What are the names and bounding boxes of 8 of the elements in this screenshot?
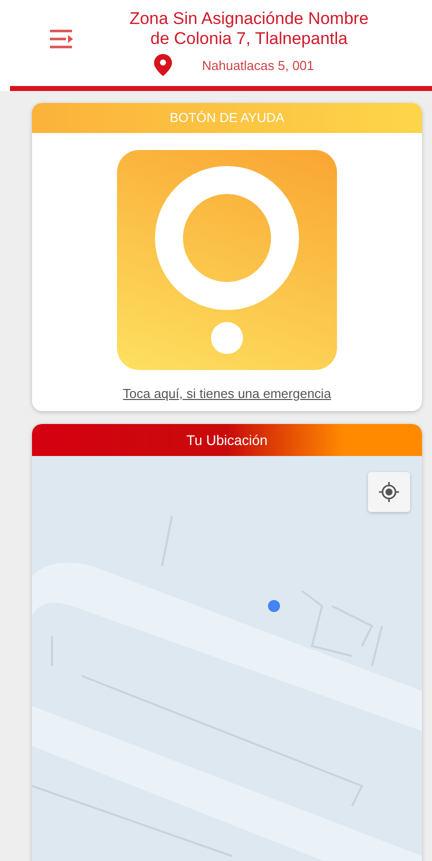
card-header: Tu Ubicación [32, 424, 422, 456]
card-header: BOTÓN DE AYUDA [32, 103, 422, 133]
locate-button[interactable] [368, 472, 410, 512]
header-title: Zona Sin Asignaciónde Nombre de Colonia 7, Tlalnepantla [128, 9, 370, 49]
location-pin-icon [154, 54, 172, 76]
address-text: Nahuatlacas 5, 001 [202, 58, 314, 72]
crosshair-icon [378, 481, 400, 503]
emergency-link[interactable]: Toca aquí, si tienes una emergencia [122, 386, 332, 401]
